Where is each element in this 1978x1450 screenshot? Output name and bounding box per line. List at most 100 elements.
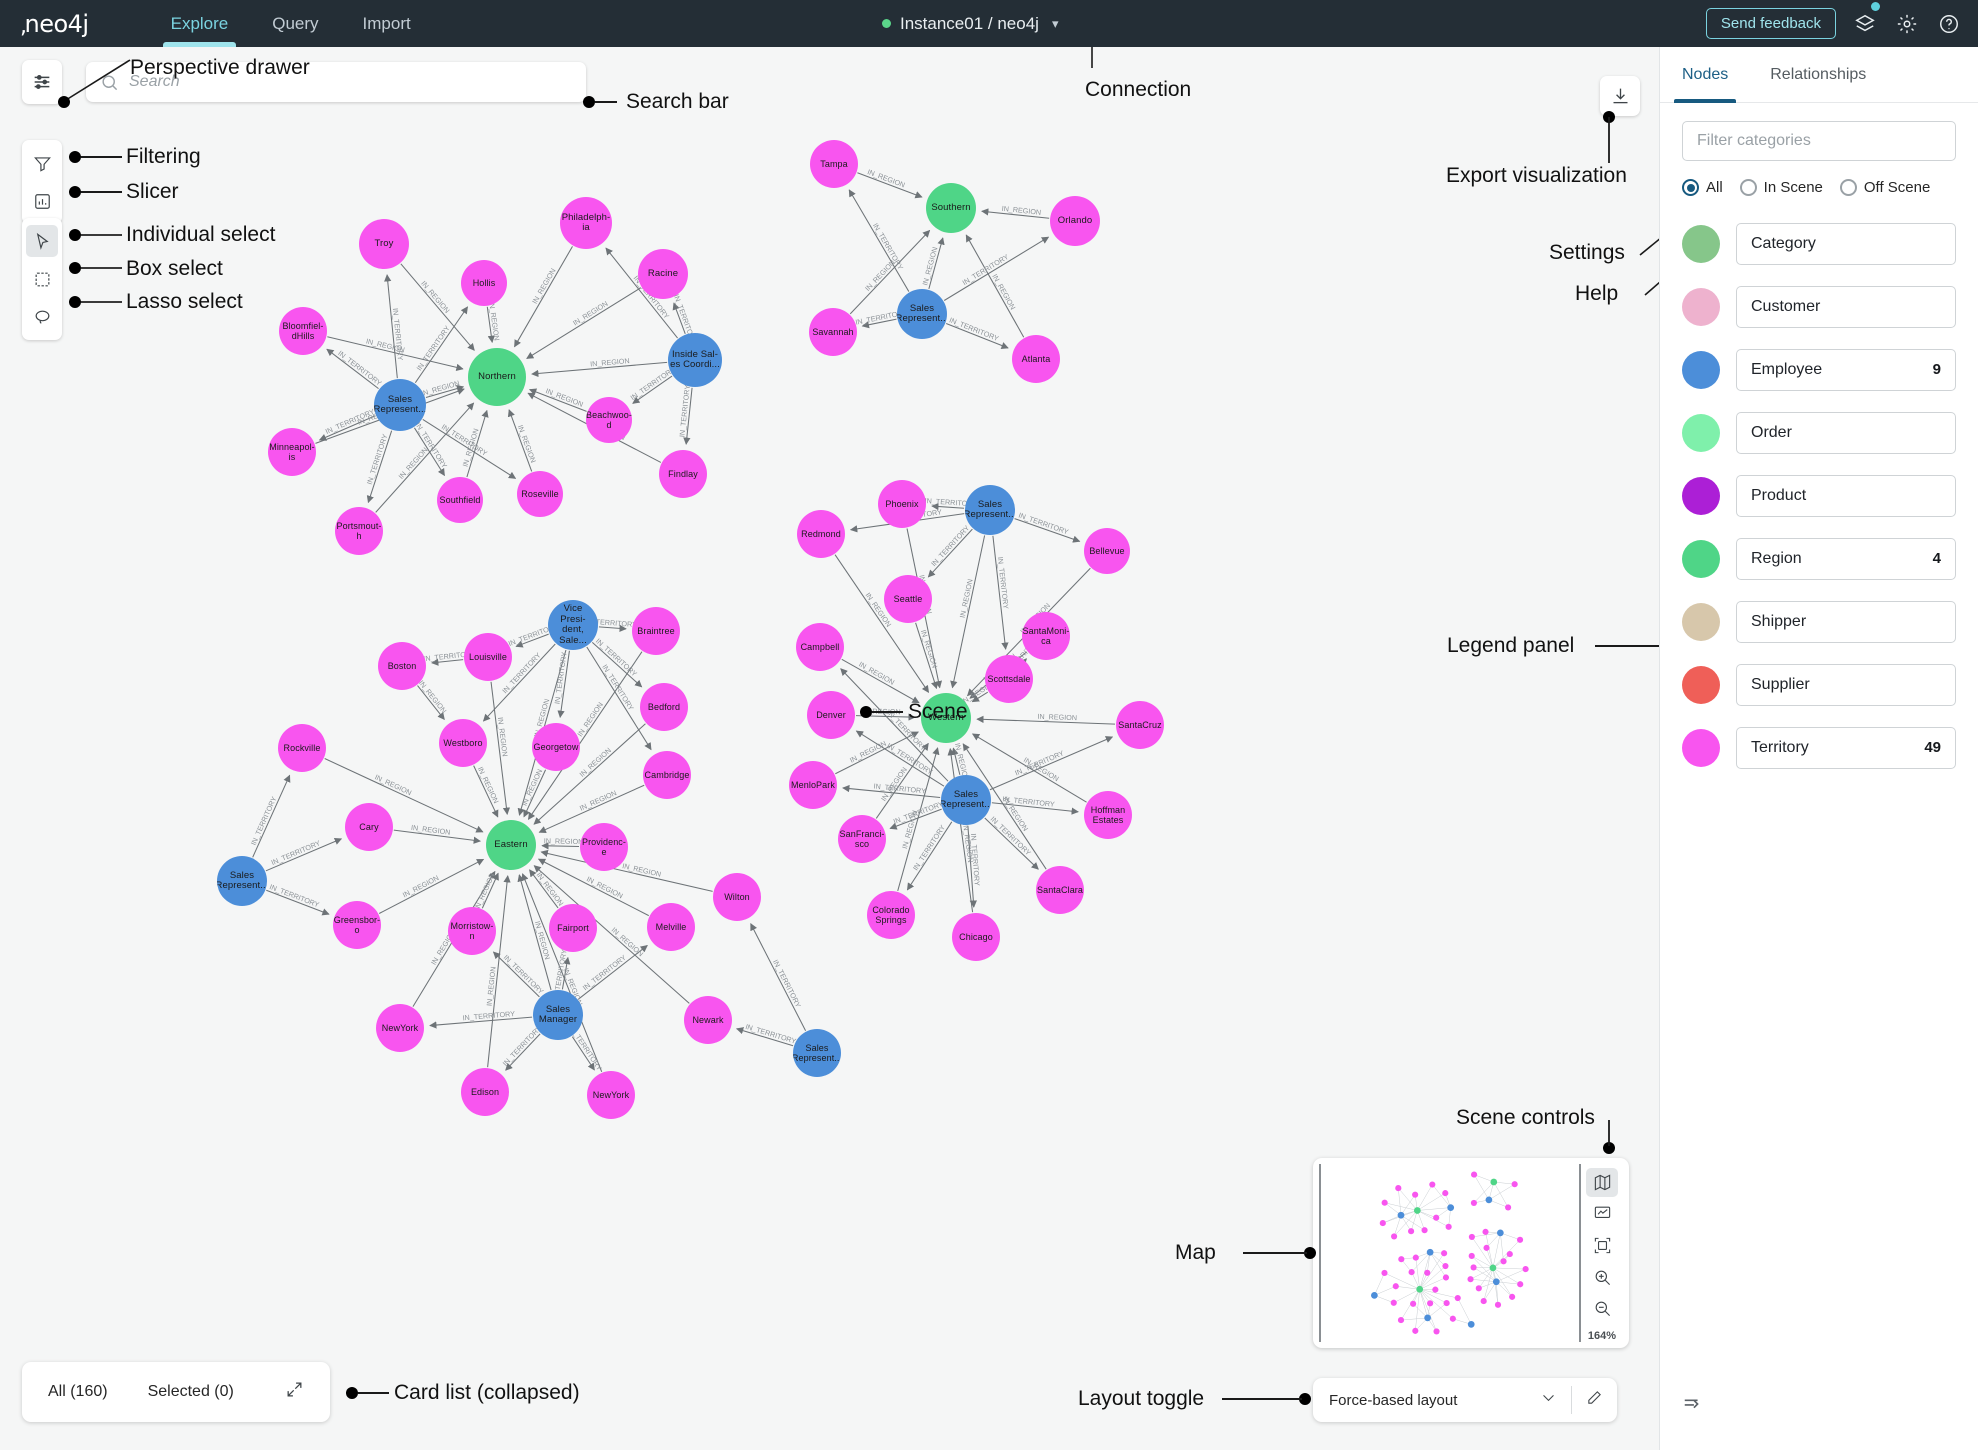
graph-node[interactable]: Louisville [464, 633, 512, 681]
map-icon[interactable] [1586, 1168, 1618, 1197]
expand-icon[interactable] [285, 1380, 304, 1404]
graph-node[interactable]: Redmond [797, 510, 845, 558]
tab-relationships[interactable]: Relationships [1762, 47, 1874, 103]
graph-node[interactable]: Greensbor-o [333, 901, 381, 949]
export-visualization-button[interactable] [1600, 76, 1640, 116]
graph-edge[interactable] [927, 528, 973, 578]
presentation-icon[interactable] [1586, 1200, 1618, 1229]
tab-nodes[interactable]: Nodes [1674, 47, 1737, 103]
legend-category-supplier[interactable]: Supplier [1736, 663, 1956, 706]
graph-node[interactable]: NewYork [587, 1071, 635, 1119]
graph-node[interactable]: Hoffman Estates [1084, 791, 1132, 839]
graph-node[interactable]: Sales Represent... [941, 775, 991, 825]
individual-select-icon[interactable] [26, 225, 58, 257]
graph-node[interactable]: Inside Sal-es Coordi... [668, 333, 722, 387]
legend-category-product[interactable]: Product [1736, 474, 1956, 517]
graph-node[interactable]: Morristow-n [448, 907, 496, 955]
graph-node[interactable]: Cary [345, 803, 393, 851]
graph-edge[interactable] [950, 535, 986, 689]
graph-node[interactable]: Sales Represent... [217, 856, 267, 906]
neo4j-logo[interactable]: , neo4j [18, 10, 89, 40]
legend-color-swatch[interactable] [1682, 728, 1720, 767]
graph-node[interactable]: Bellevue [1084, 528, 1130, 574]
nav-tab-import[interactable]: Import [341, 0, 433, 47]
graph-node[interactable]: Rockville [278, 724, 326, 772]
graph-node[interactable]: Seattle [884, 575, 932, 623]
legend-category-order[interactable]: Order [1736, 411, 1956, 454]
graph-node[interactable]: Georgetow [532, 723, 580, 771]
radio-all-circle[interactable] [1682, 179, 1699, 196]
graph-node[interactable]: Portsmout-h [335, 507, 383, 555]
graph-node[interactable]: Orlando [1050, 196, 1100, 246]
graph-node[interactable]: Westboro [439, 719, 487, 767]
graph-node[interactable]: Fairport [549, 904, 597, 952]
radio-all[interactable]: All [1682, 179, 1723, 196]
graph-node[interactable]: Minneapol-is [268, 428, 316, 476]
graph-edge[interactable] [414, 306, 468, 384]
graph-edge[interactable] [514, 246, 573, 348]
pencil-icon[interactable] [1572, 1389, 1617, 1411]
graph-node[interactable]: Southfield [437, 477, 483, 523]
gear-icon[interactable] [1894, 11, 1920, 37]
graph-node[interactable]: Sales Represent... [374, 379, 426, 431]
card-list-all[interactable]: All (160) [48, 1383, 108, 1401]
graph-node[interactable]: Troy [359, 219, 409, 269]
filter-categories-input[interactable] [1697, 132, 1941, 150]
slicer-icon[interactable] [26, 185, 58, 217]
lasso-select-icon[interactable] [26, 301, 58, 333]
graph-node[interactable]: SanFranci-sco [838, 815, 886, 863]
collapse-panel-icon[interactable] [1682, 1393, 1704, 1420]
zoom-in-icon[interactable] [1586, 1263, 1618, 1292]
graph-node[interactable]: Cambridge [643, 751, 691, 799]
graph-node[interactable]: Beachwoo-d [586, 397, 632, 443]
graph-edge[interactable] [841, 658, 920, 704]
layout-toggle[interactable]: Force-based layout [1313, 1378, 1617, 1422]
legend-color-swatch[interactable] [1682, 602, 1720, 641]
graph-node[interactable]: Chicago [952, 913, 1000, 961]
graph-node[interactable]: Bloomfiel-dHills [279, 307, 327, 355]
graph-node[interactable]: Savannah [809, 308, 857, 356]
graph-node[interactable]: Northern [468, 348, 526, 406]
help-icon[interactable] [1936, 11, 1962, 37]
minimap[interactable] [1319, 1164, 1581, 1342]
layout-value[interactable]: Force-based layout [1313, 1392, 1526, 1409]
graph-node[interactable]: NewYork [376, 1004, 424, 1052]
graph-edge[interactable] [252, 774, 291, 858]
send-feedback-button[interactable]: Send feedback [1705, 8, 1836, 39]
radio-in-scene[interactable]: In Scene [1739, 179, 1823, 196]
graph-edge[interactable] [965, 234, 1025, 338]
graph-edge[interactable] [378, 858, 485, 914]
fit-to-screen-icon[interactable] [1586, 1231, 1618, 1260]
graph-edge[interactable] [943, 236, 1050, 301]
graph-node[interactable]: Bedford [640, 683, 688, 731]
graph-node[interactable]: Vice Presi-dent, Sale... [548, 600, 598, 650]
graph-node[interactable]: Racine [638, 249, 688, 299]
zoom-out-icon[interactable] [1586, 1294, 1618, 1323]
graph-edge[interactable] [540, 849, 713, 892]
legend-color-swatch[interactable] [1682, 287, 1720, 326]
legend-color-swatch[interactable] [1682, 350, 1720, 389]
map-panel[interactable]: 164% [1313, 1158, 1629, 1348]
graph-node[interactable]: Atlanta [1012, 335, 1060, 383]
legend-category-region[interactable]: Region 4 [1736, 537, 1956, 580]
legend-color-swatch[interactable] [1682, 224, 1720, 263]
graph-node[interactable]: Findlay [659, 450, 707, 498]
graph-node[interactable]: Braintree [632, 607, 680, 655]
legend-category-territory[interactable]: Territory 49 [1736, 726, 1956, 769]
card-list-collapsed[interactable]: All (160) Selected (0) [22, 1362, 330, 1422]
legend-category-employee[interactable]: Employee 9 [1736, 348, 1956, 391]
graph-node[interactable]: Tampa [810, 140, 858, 188]
layers-icon[interactable] [1852, 1, 1880, 37]
graph-node[interactable]: Denver [807, 691, 855, 739]
radio-off-scene[interactable]: Off Scene [1839, 179, 1930, 196]
graph-edge[interactable] [492, 951, 540, 998]
nav-tab-explore[interactable]: Explore [149, 0, 251, 47]
graph-node[interactable]: SantaCruz [1116, 701, 1164, 749]
graph-node[interactable]: Boston [378, 642, 426, 690]
perspective-drawer-button[interactable] [22, 60, 62, 104]
graph-node[interactable]: Wilton [713, 873, 761, 921]
connection-selector[interactable]: Instance01 / neo4j ▾ [882, 0, 1058, 47]
graph-node[interactable]: Newark [684, 996, 732, 1044]
graph-node[interactable]: Sales Represent... [965, 485, 1015, 535]
card-list-selected[interactable]: Selected (0) [148, 1383, 234, 1401]
